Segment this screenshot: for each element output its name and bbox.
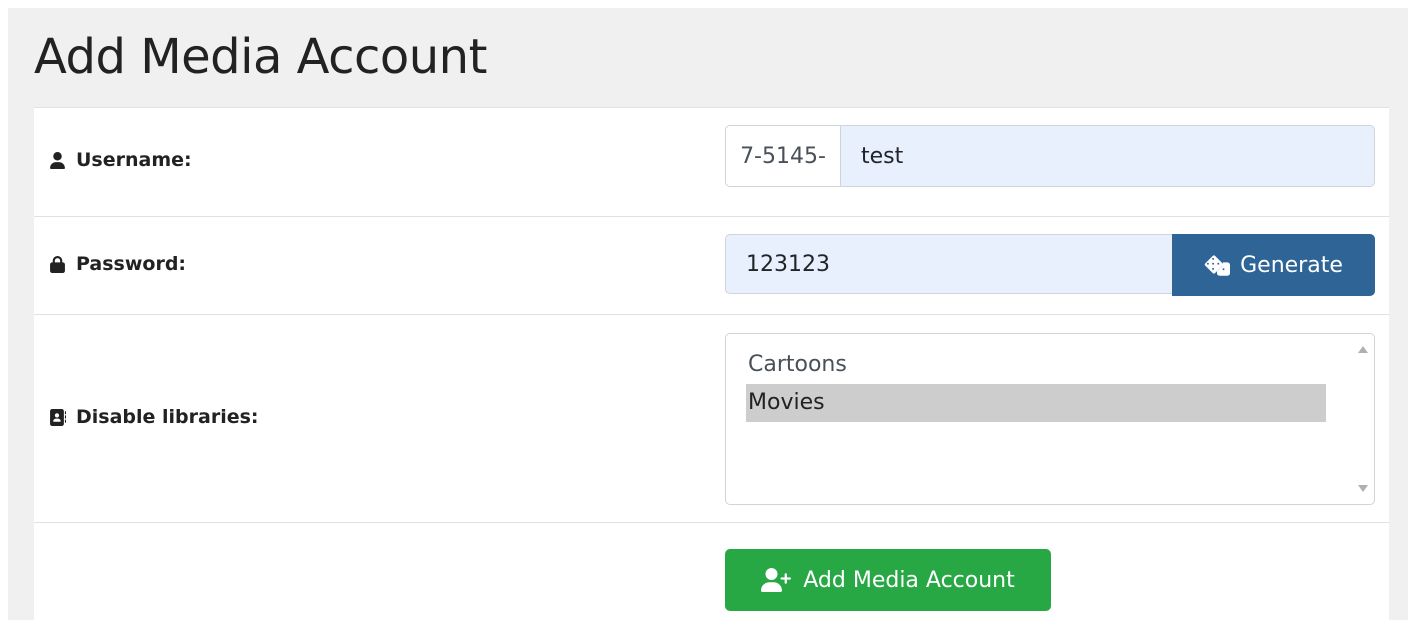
dice-icon [1204,255,1231,276]
username-label: Username: [76,149,192,171]
scroll-up-arrow-icon[interactable] [1358,346,1368,353]
library-option[interactable]: Movies [746,384,1326,422]
add-media-account-button[interactable]: Add Media Account [725,549,1051,611]
password-label: Password: [76,253,187,275]
libraries-label: Disable libraries: [76,406,259,428]
lock-icon [50,255,65,273]
password-input[interactable] [725,234,1172,294]
form-card: Username: 7-5145- Password: Generate [34,107,1389,621]
libraries-label-group: Disable libraries: [49,406,259,428]
username-input-group: 7-5145- [725,125,1375,187]
username-row: Username: 7-5145- [34,108,1389,217]
library-option[interactable]: Cartoons [746,346,1326,384]
username-label-group: Username: [49,149,192,171]
password-label-group: Password: [49,253,186,275]
libraries-row: Disable libraries: Cartoons Movies [34,315,1389,523]
scroll-down-arrow-icon[interactable] [1358,485,1368,492]
username-input[interactable] [840,125,1375,187]
page-panel: Add Media Account Username: 7-5145- Pass… [8,8,1408,621]
generate-button[interactable]: Generate [1172,234,1375,296]
username-prefix: 7-5145- [725,125,840,187]
user-plus-icon [761,568,792,592]
password-input-group: Generate [725,234,1375,296]
add-media-account-label: Add Media Account [803,567,1015,593]
user-icon [50,151,65,169]
password-row: Password: Generate [34,217,1389,315]
page-title: Add Media Account [34,29,487,85]
libraries-listbox[interactable]: Cartoons Movies [725,333,1375,505]
address-book-icon [50,408,66,426]
generate-button-label: Generate [1240,252,1343,278]
